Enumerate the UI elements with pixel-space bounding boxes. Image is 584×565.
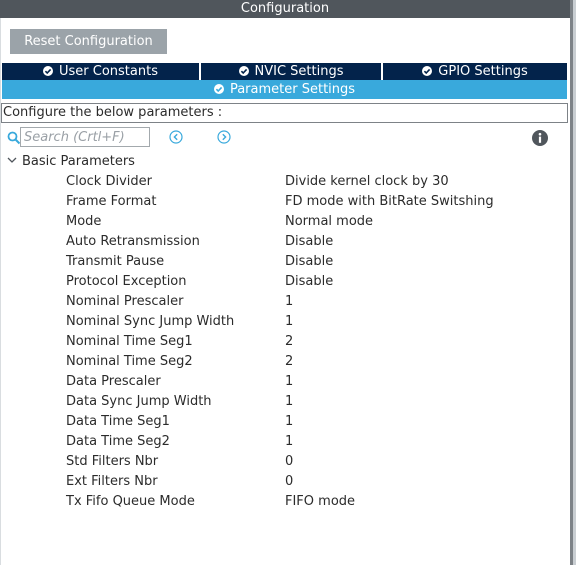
table-row[interactable]: Frame Format FD mode with BitRate Switshi… [0, 192, 565, 212]
tab-user-constants[interactable]: User Constants [2, 63, 199, 80]
param-name: Frame Format [66, 194, 157, 209]
param-value[interactable]: Divide kernel clock by 30 [285, 172, 449, 192]
previous-match-icon[interactable] [169, 130, 183, 144]
param-name: Tx Fifo Queue Mode [66, 494, 195, 509]
window-title: Configuration [0, 0, 570, 18]
next-match-icon[interactable] [217, 130, 231, 144]
tab-gpio-settings[interactable]: GPIO Settings [383, 63, 567, 80]
param-value[interactable]: 1 [285, 312, 293, 332]
param-value[interactable]: 1 [285, 392, 293, 412]
param-name: Clock Divider [66, 174, 152, 189]
check-circle-icon [43, 66, 53, 76]
scrollbar[interactable] [570, 0, 584, 565]
param-value[interactable]: FIFO mode [285, 492, 355, 512]
table-row[interactable]: Transmit Pause Disable [0, 252, 565, 272]
table-row[interactable]: Mode Normal mode [0, 212, 565, 232]
check-circle-icon [422, 66, 433, 76]
param-value[interactable]: Disable [285, 232, 333, 252]
param-value[interactable]: FD mode with BitRate Switshing [285, 192, 494, 212]
scrollbar-edge [573, 0, 576, 565]
table-row[interactable]: Clock Divider Divide kernel clock by 30 [0, 172, 565, 192]
tab-label: Parameter Settings [229, 82, 356, 97]
param-value[interactable]: Disable [285, 272, 333, 292]
param-name: Nominal Prescaler [66, 294, 184, 309]
table-row[interactable]: Protocol Exception Disable [0, 272, 565, 292]
param-name: Protocol Exception [66, 274, 187, 289]
table-row[interactable]: Nominal Sync Jump Width 1 [0, 312, 565, 332]
table-row[interactable]: Data Sync Jump Width 1 [0, 392, 565, 412]
group-label: Basic Parameters [22, 154, 135, 169]
tab-label: User Constants [59, 64, 158, 79]
table-row[interactable]: Nominal Time Seg1 2 [0, 332, 565, 352]
param-name: Data Time Seg2 [66, 434, 170, 449]
table-row[interactable]: Ext Filters Nbr 0 [0, 472, 565, 492]
info-icon[interactable] [532, 130, 548, 146]
search-input[interactable] [20, 127, 150, 147]
tab-parameter-settings[interactable]: Parameter Settings [2, 80, 567, 99]
configure-label: Configure the below parameters : [1, 103, 568, 123]
param-name: Data Time Seg1 [66, 414, 170, 429]
param-value[interactable]: 0 [285, 472, 293, 492]
param-name: Nominal Time Seg2 [66, 354, 193, 369]
table-row[interactable]: Nominal Prescaler 1 [0, 292, 565, 312]
table-row[interactable]: Tx Fifo Queue Mode FIFO mode [0, 492, 565, 512]
reset-configuration-button[interactable]: Reset Configuration [10, 29, 167, 54]
table-row[interactable]: Nominal Time Seg2 2 [0, 352, 565, 372]
param-value[interactable]: 1 [285, 292, 293, 312]
table-row[interactable]: Data Time Seg2 1 [0, 432, 565, 452]
param-value[interactable]: Normal mode [285, 212, 373, 232]
param-name: Mode [66, 214, 102, 229]
param-value[interactable]: 2 [285, 352, 293, 372]
table-row[interactable]: Data Prescaler 1 [0, 372, 565, 392]
table-row[interactable]: Data Time Seg1 1 [0, 412, 565, 432]
tab-label: NVIC Settings [254, 64, 344, 79]
tab-bar: User Constants NVIC Settings GPIO Settin… [2, 63, 567, 80]
tab-nvic-settings[interactable]: NVIC Settings [201, 63, 381, 80]
param-name: Nominal Sync Jump Width [66, 314, 235, 329]
param-value[interactable]: 0 [285, 452, 293, 472]
check-circle-icon [213, 84, 224, 94]
param-value[interactable]: 1 [285, 432, 293, 452]
param-name: Data Sync Jump Width [66, 394, 212, 409]
param-value[interactable]: 2 [285, 332, 293, 352]
tab-label: GPIO Settings [438, 64, 528, 79]
check-circle-icon [238, 66, 249, 76]
param-name: Transmit Pause [66, 254, 165, 269]
param-value[interactable]: 1 [285, 412, 293, 432]
search-icon [7, 131, 21, 145]
param-value[interactable]: Disable [285, 252, 333, 272]
chevron-down-icon [7, 157, 17, 163]
group-basic-parameters[interactable]: Basic Parameters [6, 153, 135, 171]
param-name: Data Prescaler [66, 374, 161, 389]
param-name: Nominal Time Seg1 [66, 334, 193, 349]
param-name: Ext Filters Nbr [66, 474, 158, 489]
table-row[interactable]: Auto Retransmission Disable [0, 232, 565, 252]
param-name: Std Filters Nbr [66, 454, 159, 469]
param-name: Auto Retransmission [66, 234, 200, 249]
param-value[interactable]: 1 [285, 372, 293, 392]
table-row[interactable]: Std Filters Nbr 0 [0, 452, 565, 472]
